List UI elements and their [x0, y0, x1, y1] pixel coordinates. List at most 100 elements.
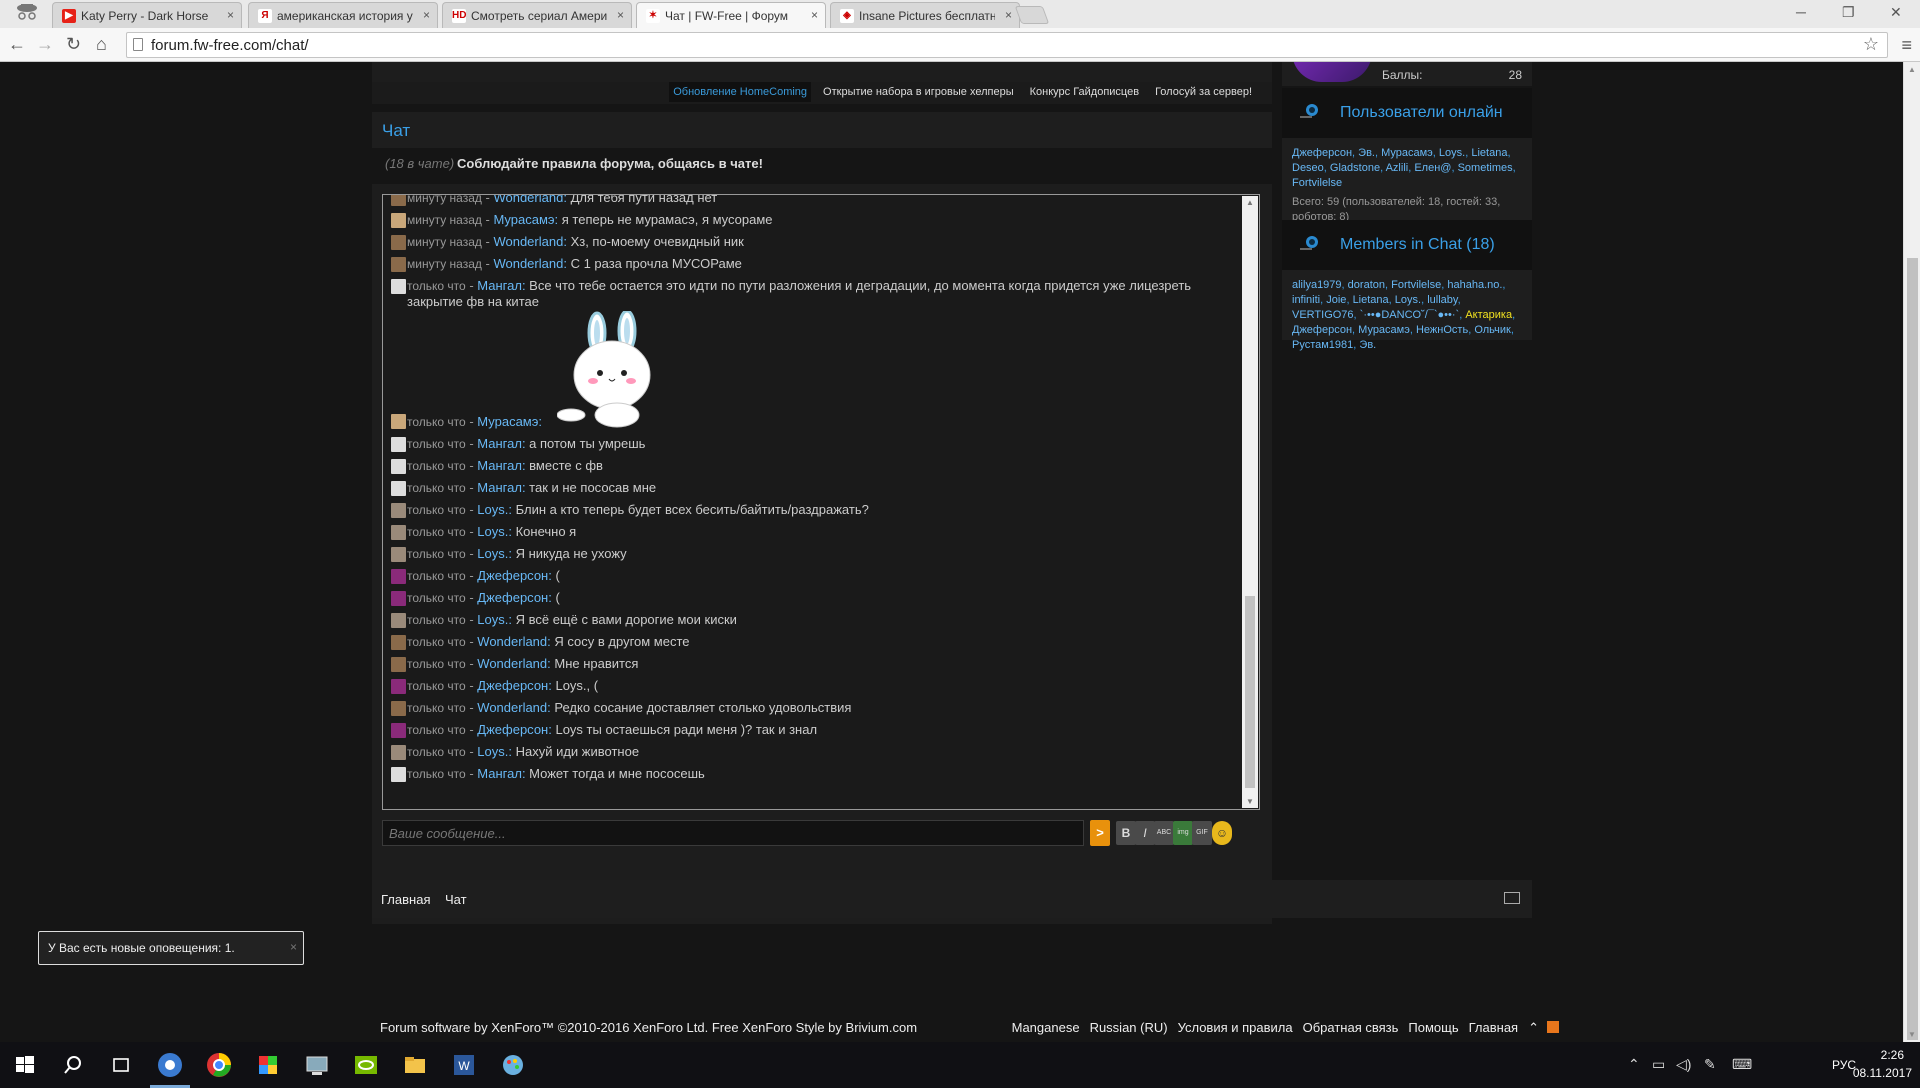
user-link[interactable]: Lietana: [1353, 294, 1389, 306]
message-username[interactable]: Джеферсон: [477, 568, 548, 583]
page-scroll-up-icon[interactable]: ▲: [1908, 65, 1916, 74]
scroll-up-icon[interactable]: ▲: [1246, 198, 1254, 207]
popout-icon[interactable]: [1504, 892, 1520, 904]
message-username[interactable]: Wonderland: [493, 234, 563, 249]
message-username[interactable]: Wonderland: [477, 634, 547, 649]
notification-toast[interactable]: У Вас есть новые оповещения: 1. ×: [38, 931, 304, 965]
menu-icon[interactable]: ≡: [1901, 35, 1912, 56]
scroll-top-icon[interactable]: ⌃: [1528, 1020, 1539, 1035]
browser-tab[interactable]: Яамериканская история у ×: [248, 2, 438, 28]
close-window-icon[interactable]: ✕: [1890, 4, 1902, 21]
user-link[interactable]: Мурасамэ: [1381, 147, 1433, 159]
user-avatar[interactable]: [391, 481, 406, 496]
user-avatar[interactable]: [391, 547, 406, 562]
minimize-icon[interactable]: ─: [1796, 4, 1806, 20]
user-avatar[interactable]: [391, 279, 406, 294]
forward-icon[interactable]: →: [36, 34, 54, 55]
nvidia-icon[interactable]: [351, 1050, 381, 1080]
home-icon[interactable]: ⌂: [96, 34, 107, 55]
footer-link[interactable]: Manganese: [1012, 1020, 1080, 1035]
user-avatar[interactable]: [391, 195, 406, 206]
page-scroll-thumb[interactable]: [1907, 258, 1918, 1040]
chat-scroll-thumb[interactable]: [1245, 596, 1255, 788]
user-avatar[interactable]: [391, 635, 406, 650]
browser-tab[interactable]: ✶ Чат | FW-Free | Форум ×: [636, 2, 826, 29]
user-avatar[interactable]: [391, 657, 406, 672]
browser-tab[interactable]: ◈ Insane Pictures бесплатн ×: [830, 2, 1020, 28]
message-username[interactable]: Джеферсон: [477, 590, 548, 605]
file-explorer-icon[interactable]: [400, 1050, 430, 1080]
user-link[interactable]: Loys.: [1395, 294, 1421, 306]
message-username[interactable]: Мангал: [477, 278, 522, 293]
user-link[interactable]: Loys.: [1439, 147, 1465, 159]
message-username[interactable]: Loys.: [477, 744, 508, 759]
gif-button[interactable]: GIF: [1192, 821, 1212, 845]
user-link[interactable]: Fortvilelse: [1292, 177, 1342, 189]
paint-icon[interactable]: [498, 1050, 528, 1080]
user-link[interactable]: Рустам1981: [1292, 339, 1353, 351]
search-icon[interactable]: [58, 1050, 88, 1080]
page-scrollbar[interactable]: ▲ ▼: [1903, 62, 1920, 1042]
user-link[interactable]: VERTIGO76: [1292, 309, 1354, 321]
user-link[interactable]: Елен@: [1414, 162, 1451, 174]
message-username[interactable]: Мангал: [477, 458, 522, 473]
chat-scrollbar[interactable]: ▲ ▼: [1242, 196, 1258, 808]
message-username[interactable]: Loys.: [477, 612, 508, 627]
user-avatar[interactable]: [391, 569, 406, 584]
word-icon[interactable]: W: [449, 1050, 479, 1080]
chrome-icon[interactable]: [204, 1050, 234, 1080]
message-username[interactable]: Wonderland: [477, 656, 547, 671]
user-link[interactable]: Deseo: [1292, 162, 1324, 174]
bold-button[interactable]: B: [1116, 821, 1136, 845]
user-link[interactable]: Fortvilelse: [1391, 279, 1441, 291]
user-avatar[interactable]: [391, 213, 406, 228]
user-avatar[interactable]: [391, 701, 406, 716]
notification-close-icon[interactable]: ×: [290, 940, 297, 954]
url-text[interactable]: forum.fw-free.com/chat/: [151, 37, 309, 54]
new-tab-button[interactable]: [1014, 6, 1050, 24]
network-icon[interactable]: ▭: [1652, 1056, 1665, 1073]
user-avatar[interactable]: [391, 723, 406, 738]
footer-nav-chat[interactable]: Чат: [445, 892, 467, 907]
rss-icon[interactable]: [1547, 1021, 1559, 1033]
user-link[interactable]: Эв.: [1359, 339, 1376, 351]
user-link[interactable]: Sometimes: [1458, 162, 1513, 174]
footer-link[interactable]: Russian (RU): [1090, 1020, 1168, 1035]
user-avatar[interactable]: [391, 613, 406, 628]
user-link[interactable]: doraton: [1348, 279, 1385, 291]
user-avatar[interactable]: [391, 235, 406, 250]
user-link[interactable]: infiniti: [1292, 294, 1320, 306]
chat-message-box[interactable]: минуту назад - Wonderland: Для тебя пути…: [382, 194, 1260, 810]
footer-nav-home[interactable]: Главная: [381, 892, 430, 907]
message-username[interactable]: Мангал: [477, 766, 522, 781]
keyboard-icon[interactable]: ⌨: [1732, 1056, 1752, 1073]
back-icon[interactable]: ←: [8, 34, 26, 55]
user-avatar[interactable]: [391, 503, 406, 518]
pen-icon[interactable]: ✎: [1704, 1056, 1716, 1073]
user-link[interactable]: Gladstone: [1330, 162, 1380, 174]
user-link[interactable]: НежнОсть: [1416, 324, 1468, 336]
clock-date[interactable]: 08.11.2017: [1853, 1066, 1912, 1080]
footer-link[interactable]: Помощь: [1408, 1020, 1458, 1035]
scroll-down-icon[interactable]: ▼: [1246, 797, 1254, 806]
user-link[interactable]: Joie: [1326, 294, 1346, 306]
user-link[interactable]: alilya1979: [1292, 279, 1342, 291]
user-link[interactable]: hahaha.no.: [1447, 279, 1502, 291]
user-avatar[interactable]: [391, 414, 406, 429]
tab-close-icon[interactable]: ×: [1005, 8, 1012, 22]
browser-app-icon[interactable]: [155, 1050, 185, 1080]
bookmark-star-icon[interactable]: ☆: [1863, 34, 1879, 55]
message-input[interactable]: [382, 820, 1084, 846]
user-link[interactable]: Ольчик: [1474, 324, 1511, 336]
message-username[interactable]: Loys.: [477, 502, 508, 517]
tab-close-icon[interactable]: ×: [811, 8, 818, 22]
tab-close-icon[interactable]: ×: [617, 8, 624, 22]
message-username[interactable]: Wonderland: [477, 700, 547, 715]
user-link[interactable]: Джеферсон: [1292, 324, 1352, 336]
tab-close-icon[interactable]: ×: [227, 8, 234, 22]
footer-link[interactable]: Главная: [1469, 1020, 1518, 1035]
copyright-text[interactable]: Forum software by XenForo™ ©2010-2016 Xe…: [380, 1020, 917, 1035]
user-link[interactable]: Актарика: [1465, 309, 1512, 321]
user-avatar[interactable]: [391, 459, 406, 474]
browser-tab[interactable]: HD Смотреть сериал Амери ×: [442, 2, 632, 28]
